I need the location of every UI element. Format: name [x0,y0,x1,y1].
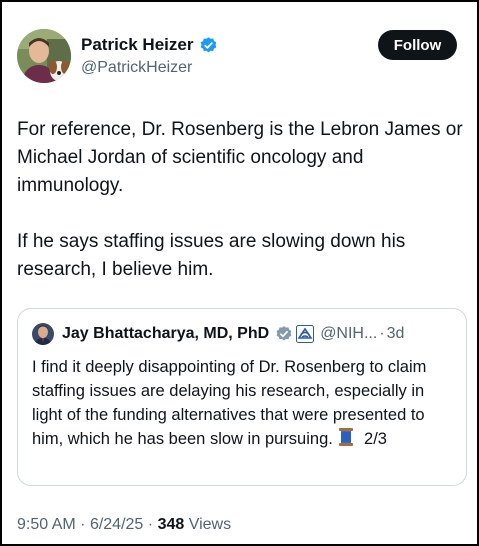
tweet-paragraph: If he says staffing issues are slowing d… [17,231,406,280]
hhs-eagle-icon [296,325,315,343]
views-count: 348 [157,516,185,533]
author-avatar[interactable] [17,29,71,83]
author-handle[interactable]: @PatrickHeizer [81,58,192,78]
quoted-author-handle[interactable]: @NIH... [320,324,377,344]
gray-verified-badge-icon [275,325,293,343]
tweet-metadata: 9:50 AM · 6/24/25 · 348 Views [17,515,231,535]
author-name-row[interactable]: Patrick Heizer [81,35,218,55]
tweet-card: Patrick Heizer @PatrickHeizer Follow For… [0,0,479,546]
thread-count: 2/3 [364,430,387,448]
quoted-tweet-header: Jay Bhattacharya, MD, PhD @NIH... · 3d [32,323,404,345]
author-name[interactable]: Patrick Heizer [81,35,193,55]
tweet-paragraph: For reference, Dr. Rosenberg is the Lebr… [17,119,463,196]
tweet-time[interactable]: 9:50 AM [17,516,76,533]
meta-separator: · [147,516,154,533]
tweet-text: For reference, Dr. Rosenberg is the Lebr… [17,116,467,284]
quoted-author-name[interactable]: Jay Bhattacharya, MD, PhD [62,324,269,344]
views-label: Views [188,516,232,533]
tweet-date[interactable]: 6/24/25 [90,516,143,533]
quoted-tweet-time[interactable]: 3d [387,324,405,344]
quoted-tweet-text: I find it deeply disappointing of Dr. Ro… [32,355,452,454]
quoted-author-avatar[interactable] [32,323,54,345]
verified-badge-icon [199,36,218,55]
quoted-separator: · [379,325,385,342]
follow-button[interactable]: Follow [378,30,457,60]
meta-separator: · [80,516,86,533]
quoted-tweet[interactable]: Jay Bhattacharya, MD, PhD @NIH... · 3d I… [17,308,467,486]
author-avatar-image [17,29,71,83]
spool-of-thread-icon [337,427,355,454]
